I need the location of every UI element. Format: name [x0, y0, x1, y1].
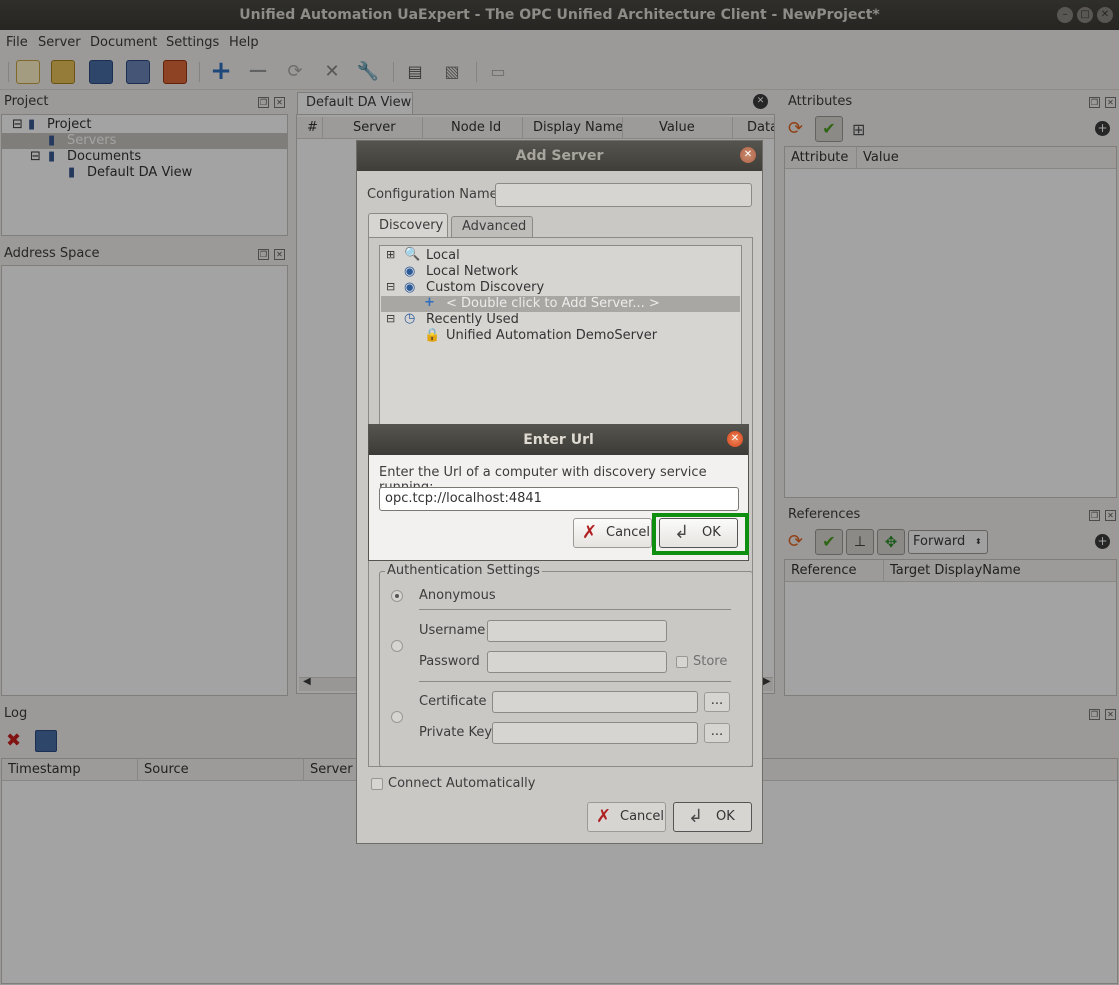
- tab-discovery-label: Discovery: [379, 218, 444, 233]
- cancel-label: Cancel: [620, 809, 665, 824]
- password-input[interactable]: [487, 651, 667, 673]
- config-name-input[interactable]: [495, 183, 752, 207]
- cancel-icon: ✗: [596, 806, 612, 827]
- store-checkbox[interactable]: [676, 656, 688, 668]
- search-icon: 🔍: [404, 247, 421, 262]
- anonymous-radio[interactable]: [391, 590, 403, 602]
- config-name-label: Configuration Name: [367, 187, 498, 202]
- tree-item-recently-used[interactable]: Recently Used: [426, 312, 519, 327]
- username-label: Username: [419, 623, 486, 638]
- add-server-cancel-button[interactable]: ✗ Cancel: [587, 802, 666, 832]
- tab-advanced-label: Advanced: [462, 219, 527, 234]
- private-key-label: Private Key: [419, 725, 493, 740]
- divider: [419, 609, 731, 610]
- tree-item-demo-server[interactable]: Unified Automation DemoServer: [446, 328, 657, 343]
- enter-url-title: Enter Url: [523, 432, 594, 448]
- enter-url-ok-button[interactable]: ↲ OK: [659, 518, 738, 548]
- globe-icon: ◉: [404, 264, 416, 279]
- auth-settings-label: Authentication Settings: [385, 563, 542, 578]
- tab-discovery[interactable]: Discovery: [368, 213, 448, 237]
- connect-automatically-checkbox[interactable]: [371, 778, 383, 790]
- enter-url-cancel-button[interactable]: ✗ Cancel: [573, 518, 652, 548]
- ok-label: OK: [702, 525, 721, 540]
- private-key-input[interactable]: [492, 722, 698, 744]
- tree-item-local[interactable]: Local: [426, 248, 460, 263]
- enter-url-dialog: Enter Url ✕ Enter the Url of a computer …: [368, 424, 749, 561]
- tree-item-add-server[interactable]: < Double click to Add Server... >: [446, 296, 660, 311]
- discovery-tree: ⊞ 🔍 Local ◉ Local Network ⊟ ◉ Custom Dis…: [379, 245, 742, 431]
- tree-expander-icon[interactable]: ⊞: [386, 248, 395, 261]
- add-icon: +: [424, 295, 435, 310]
- globe-icon: ◉: [404, 280, 416, 295]
- password-label: Password: [419, 654, 480, 669]
- clock-icon: ◷: [404, 311, 416, 326]
- ok-label: OK: [716, 809, 735, 824]
- add-server-title: Add Server: [515, 148, 604, 164]
- tree-item-custom-discovery[interactable]: Custom Discovery: [426, 280, 544, 295]
- certificate-browse-button[interactable]: ...: [704, 692, 730, 712]
- enter-url-title-bar: Enter Url: [369, 425, 748, 455]
- certificate-label: Certificate: [419, 694, 487, 709]
- tree-item-local-network[interactable]: Local Network: [426, 264, 518, 279]
- anonymous-label: Anonymous: [419, 588, 496, 603]
- tree-expander-icon[interactable]: ⊟: [386, 312, 395, 325]
- ok-arrow-icon: ↲: [688, 806, 704, 827]
- private-key-browse-button[interactable]: ...: [704, 723, 730, 743]
- username-input[interactable]: [487, 620, 667, 642]
- ok-arrow-icon: ↲: [674, 522, 690, 543]
- connect-automatically-label: Connect Automatically: [388, 776, 536, 791]
- cancel-label: Cancel: [606, 525, 651, 540]
- url-input[interactable]: opc.tcp://localhost:4841: [379, 487, 739, 511]
- add-server-title-bar: Add Server: [357, 141, 762, 171]
- close-dialog-icon[interactable]: ✕: [727, 431, 743, 447]
- cancel-icon: ✗: [582, 522, 598, 543]
- add-server-ok-button[interactable]: ↲ OK: [673, 802, 752, 832]
- username-password-radio[interactable]: [391, 640, 403, 652]
- certificate-radio[interactable]: [391, 711, 403, 723]
- tab-advanced[interactable]: Advanced: [451, 216, 533, 237]
- divider: [419, 681, 731, 682]
- store-label: Store: [693, 654, 728, 669]
- close-dialog-icon[interactable]: ✕: [740, 147, 756, 163]
- tree-expander-icon[interactable]: ⊟: [386, 280, 395, 293]
- certificate-input[interactable]: [492, 691, 698, 713]
- lock-icon: 🔒: [424, 328, 441, 343]
